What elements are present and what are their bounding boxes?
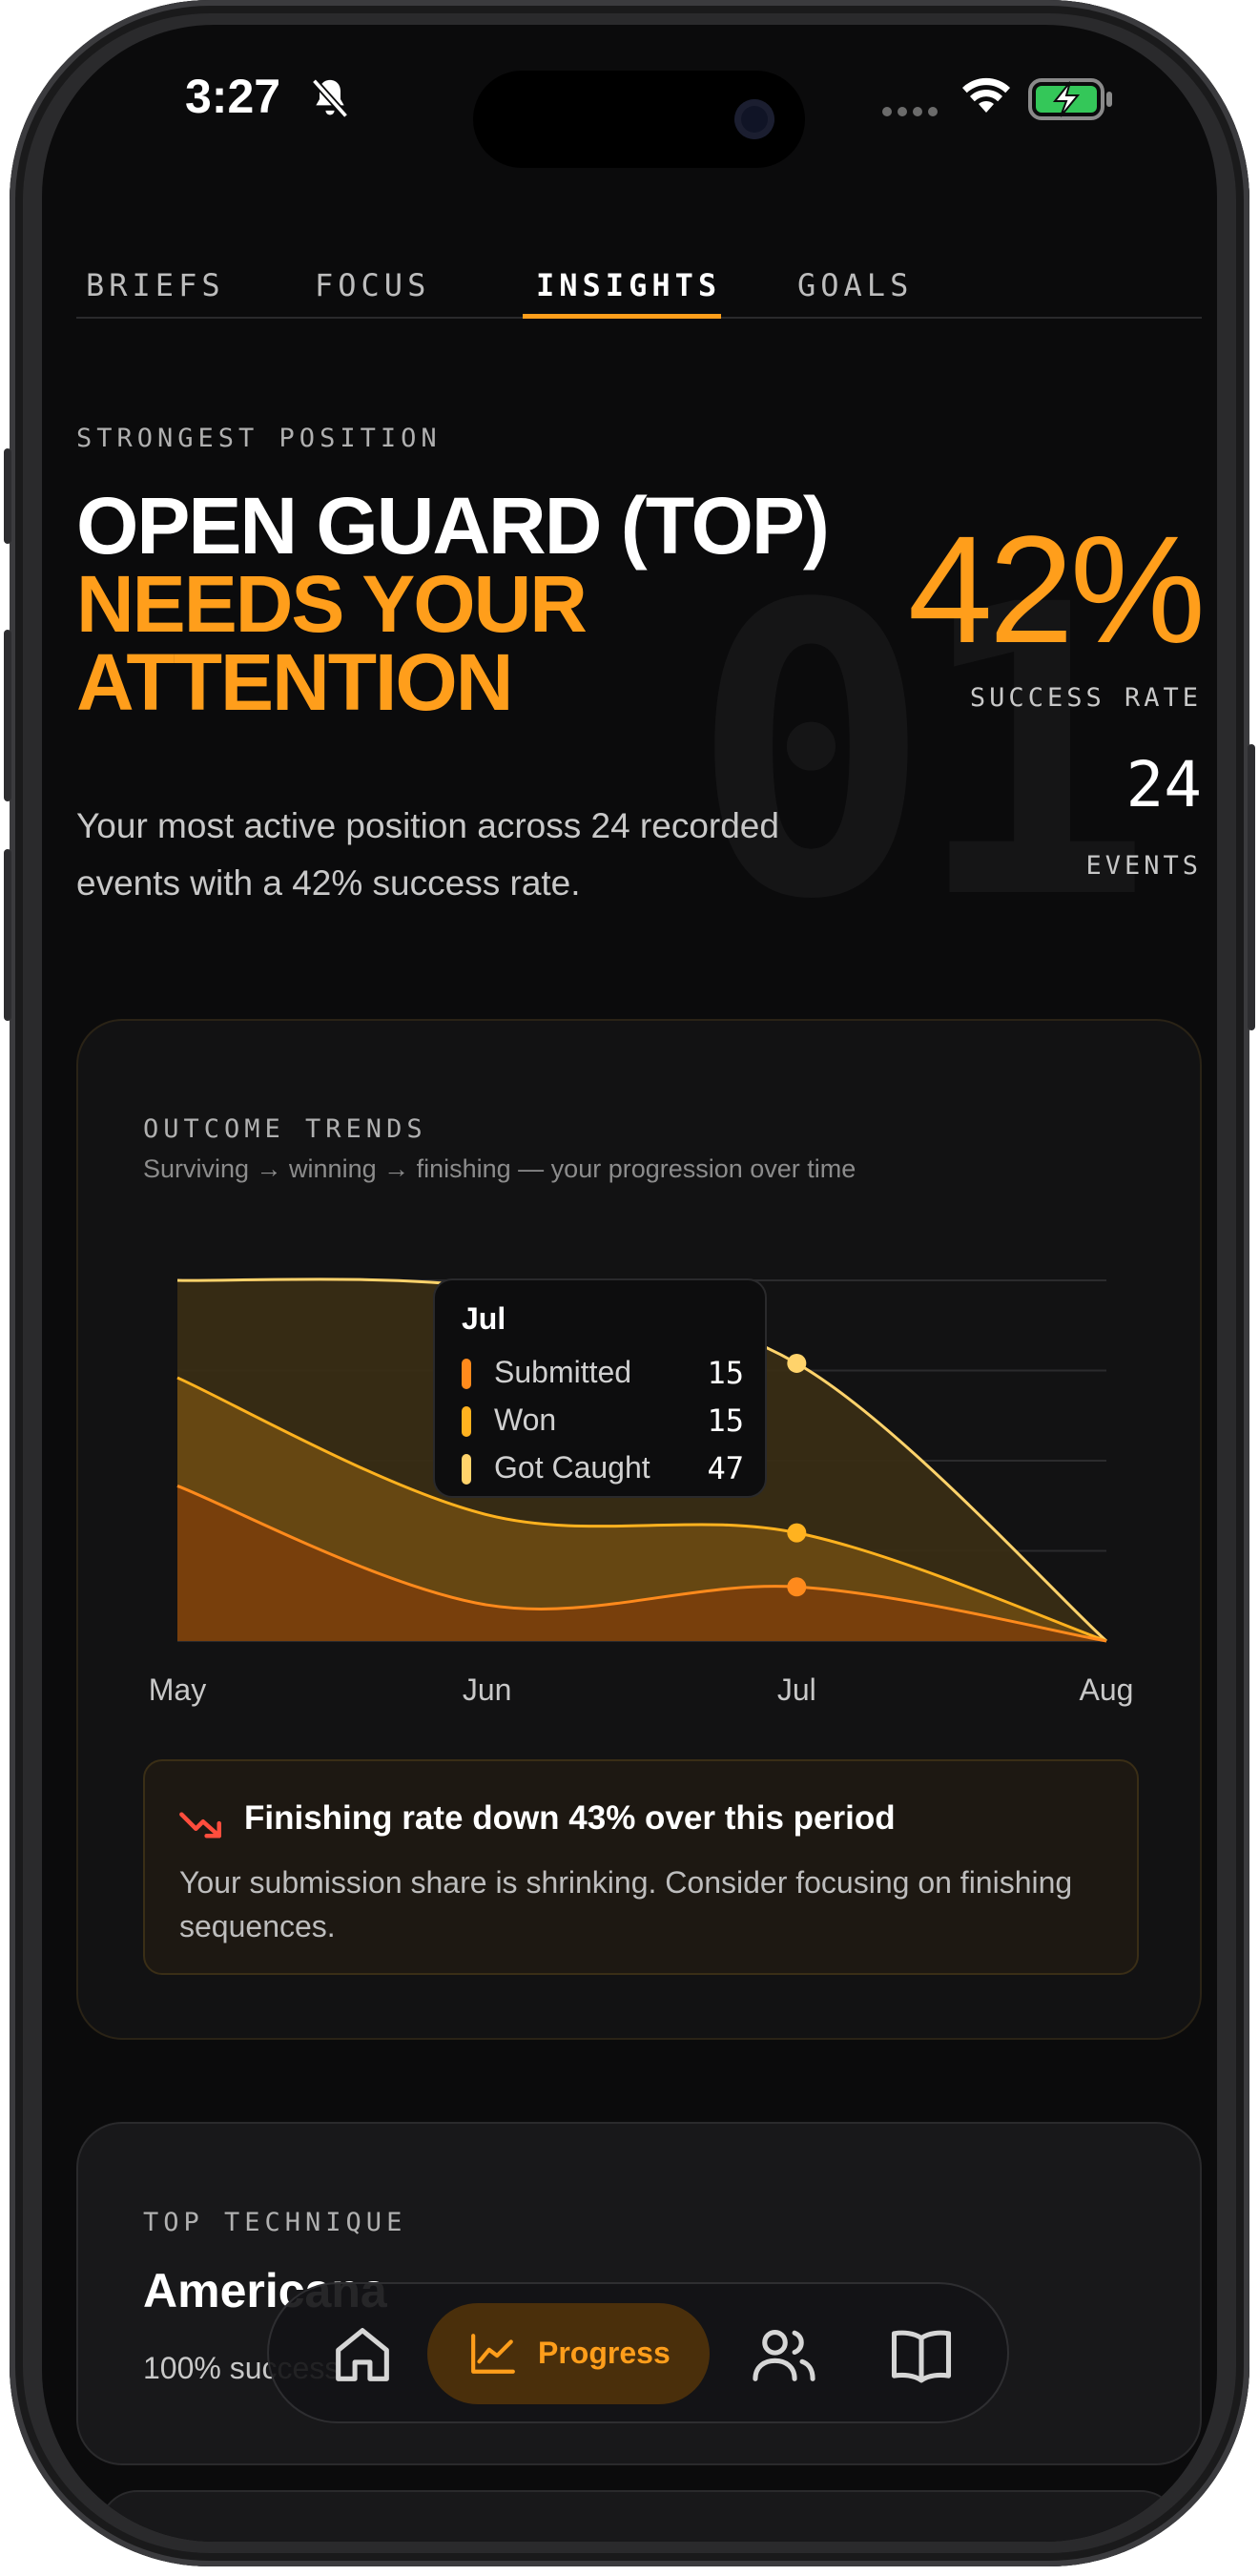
tooltip-month: Jul (462, 1301, 506, 1336)
tooltip-series-name: Got Caught (494, 1450, 650, 1485)
tooltip-row-submitted: Submitted 15 (462, 1353, 748, 1391)
next-card-peek (99, 2490, 1179, 2542)
nav-library[interactable] (885, 2318, 958, 2391)
tooltip-swatch (462, 1359, 471, 1389)
hero-eyebrow: STRONGEST POSITION (76, 424, 442, 453)
tab-focus[interactable]: FOCUS (315, 267, 430, 303)
status-time: 3:27 (185, 70, 281, 123)
x-tick-label: Jun (463, 1672, 512, 1707)
insight-text: Your submission share is shrinking. Cons… (179, 1865, 1073, 1943)
outcome-trends-card: OUTCOME TRENDS Surviving → winning → fin… (76, 1019, 1202, 2040)
tooltip-swatch (462, 1406, 471, 1437)
signal-icon (882, 107, 938, 116)
hero-title-line: OPEN GUARD (TOP) (76, 481, 830, 571)
hero-title: OPEN GUARD (TOP) NEEDS YOUR ATTENTION (76, 481, 916, 727)
phone-frame: 3:27 BRIEFS FOCUS INSIGHTS GOALS 01 STRO… (4, 0, 1255, 2566)
tab-insights[interactable]: INSIGHTS (536, 267, 721, 303)
chart-point-submitted (787, 1577, 807, 1597)
tab-briefs[interactable]: BRIEFS (86, 267, 225, 303)
success-rate-value: 42% (907, 504, 1206, 675)
active-tab-indicator (523, 314, 721, 319)
section-tabs: BRIEFS FOCUS INSIGHTS GOALS (76, 248, 1202, 319)
tooltip-row-got-caught: Got Caught 47 (462, 1448, 748, 1486)
nav-community[interactable] (748, 2318, 820, 2391)
bell-slash-icon (311, 78, 349, 118)
insight-title: Finishing rate down 43% over this period (244, 1799, 896, 1837)
camera-icon (734, 99, 774, 139)
side-button-volume-up (4, 630, 11, 801)
top-technique-eyebrow: TOP TECHNIQUE (143, 2208, 407, 2237)
status-bar: 3:27 (42, 25, 1217, 168)
book-icon (891, 2330, 952, 2383)
users-icon (753, 2330, 815, 2381)
outcome-trends-subtitle: Surviving → winning → finishing — your p… (143, 1154, 857, 1183)
progress-chart-icon (471, 2334, 515, 2374)
x-tick-label: May (149, 1672, 206, 1707)
chart-point-won (787, 1523, 807, 1543)
nav-progress-label: Progress (538, 2336, 671, 2370)
chart-x-labels: May Jun Jul Aug (149, 1672, 1134, 1707)
hero-description: Your most active position across 24 reco… (76, 806, 779, 903)
chart-point-got-caught (787, 1353, 807, 1373)
tooltip-series-value: 47 (707, 1450, 744, 1486)
tooltip-series-value: 15 (707, 1355, 744, 1391)
x-tick-label: Jul (777, 1672, 816, 1707)
insight-callout: Finishing rate down 43% over this period… (143, 1759, 1139, 1975)
x-tick-label: Aug (1080, 1672, 1134, 1707)
events-value: 24 (1125, 748, 1202, 821)
tooltip-series-name: Submitted (494, 1355, 632, 1389)
app-screen: 3:27 BRIEFS FOCUS INSIGHTS GOALS 01 STRO… (42, 25, 1217, 2542)
tooltip-series-value: 15 (707, 1402, 744, 1439)
tab-goals[interactable]: GOALS (797, 267, 913, 303)
trending-down-icon (179, 1812, 221, 1839)
bottom-navigation: Progress (267, 2282, 1009, 2423)
tooltip-swatch (462, 1454, 471, 1485)
nav-home[interactable] (326, 2318, 399, 2391)
tooltip-series-name: Won (494, 1402, 557, 1437)
chart-tooltip: Jul Submitted 15 Won 15 Got Caught 47 (433, 1278, 767, 1498)
side-button-volume-down (4, 849, 11, 1021)
dynamic-island (473, 71, 805, 168)
side-button-action (4, 448, 11, 544)
tooltip-row-won: Won 15 (462, 1401, 748, 1439)
outcome-trends-eyebrow: OUTCOME TRENDS (143, 1114, 427, 1144)
hero-highlight-line1: NEEDS YOUR (76, 559, 588, 649)
hero-highlight-line2: ATTENTION (76, 637, 513, 727)
events-label: EVENTS (1085, 851, 1202, 881)
side-button-power (1248, 744, 1255, 1030)
wifi-icon (962, 77, 1010, 113)
success-rate-label: SUCCESS RATE (969, 683, 1202, 713)
nav-progress[interactable]: Progress (427, 2303, 710, 2404)
home-icon (336, 2328, 389, 2381)
battery-charging-icon (1028, 78, 1112, 120)
